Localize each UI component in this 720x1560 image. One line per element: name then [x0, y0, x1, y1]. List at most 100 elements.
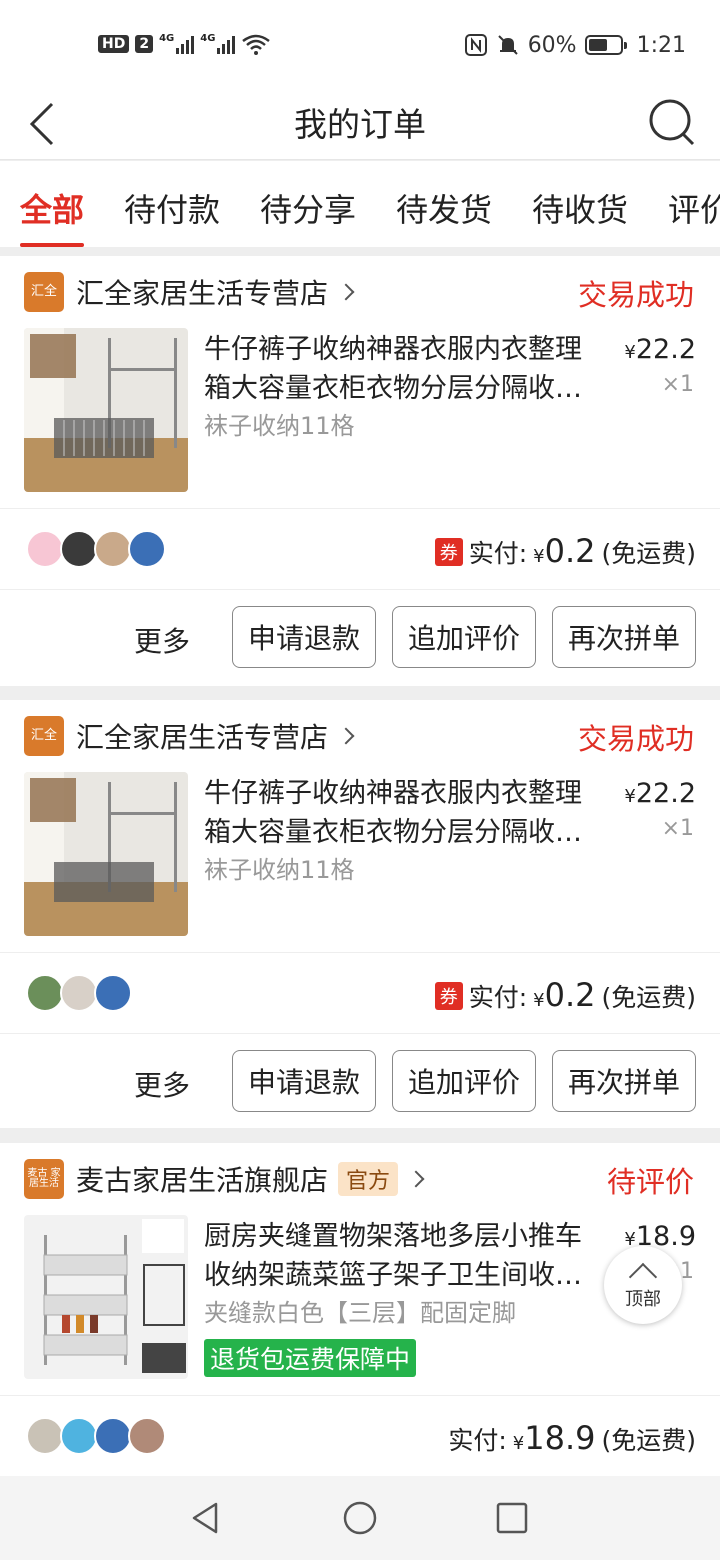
product-title-line: 箱大容量衣柜衣物分层分隔收…: [204, 373, 582, 404]
group-avatars: [26, 530, 166, 568]
search-icon[interactable]: [646, 94, 698, 150]
tab-indicator: [20, 243, 84, 247]
product-spec: 夹缝款白色【三层】配固定脚: [204, 1299, 516, 1327]
chevron-right-icon: [407, 1170, 425, 1188]
battery-percent: 60%: [527, 32, 577, 58]
avatar: [128, 530, 166, 568]
battery-fill: [588, 39, 607, 51]
more-button[interactable]: 更多: [134, 1064, 190, 1104]
nav-recents-icon[interactable]: [494, 1500, 530, 1536]
network-type-label: 4G: [200, 33, 216, 44]
price-value: 22.2: [635, 334, 696, 365]
product-title[interactable]: 牛仔裤子收纳神器衣服内衣整理 箱大容量衣柜衣物分层分隔收…: [204, 330, 604, 408]
shipping-note: (免运费): [601, 539, 696, 568]
product-thumbnail[interactable]: [24, 772, 188, 936]
more-button[interactable]: 更多: [134, 620, 190, 660]
product-price: ¥22.2: [624, 334, 696, 365]
pay-label: 实付:: [468, 983, 528, 1012]
nfc-icon: [464, 34, 487, 56]
product-title-line: 牛仔裤子收纳神器衣服内衣整理: [204, 334, 582, 365]
tab-pending-share[interactable]: 待分享: [260, 185, 356, 231]
payment-summary: 实付: ¥18.9 (免运费): [448, 1419, 696, 1457]
shop-name: 汇全家居生活专营店: [76, 721, 329, 754]
divider: [0, 952, 720, 953]
group-avatars: [26, 974, 132, 1012]
shop-logo: 麦古 家居生活: [24, 1159, 64, 1199]
product-quantity: ×1: [661, 816, 694, 841]
top-app-bar: 我的订单: [0, 88, 720, 160]
nav-home-icon[interactable]: [342, 1500, 378, 1536]
product-title-line: 收纳架蔬菜篮子架子卫生间收…: [204, 1260, 582, 1291]
system-nav-bar: [0, 1476, 720, 1560]
avatar: [94, 974, 132, 1012]
signal-icon: 4G: [159, 33, 195, 54]
signal-icon: 4G: [200, 33, 236, 54]
payment-summary: 券 实付: ¥0.2 (免运费): [434, 532, 696, 570]
mute-bell-icon: [497, 35, 518, 55]
pay-label: 实付:: [468, 539, 528, 568]
shop-name: 麦古家居生活旗舰店: [76, 1164, 329, 1197]
avatar: [60, 1417, 98, 1455]
order-card[interactable]: 汇全 汇全家居生活专营店 交易成功 牛仔裤子收纳神器衣服内衣整理 箱大容量衣柜衣…: [0, 700, 720, 1128]
hd-badge: HD: [98, 35, 130, 53]
nav-back-icon[interactable]: [188, 1500, 224, 1536]
order-status: 交易成功: [577, 278, 694, 312]
reorder-button[interactable]: 再次拼单: [552, 1050, 696, 1112]
shop-name-link[interactable]: 麦古家居生活旗舰店 官方: [76, 1159, 425, 1199]
avatar: [26, 974, 64, 1012]
tab-pending-payment[interactable]: 待付款: [124, 185, 220, 231]
wifi-icon: [242, 34, 271, 55]
product-quantity: ×1: [661, 372, 694, 397]
avatar: [26, 530, 64, 568]
product-title[interactable]: 牛仔裤子收纳神器衣服内衣整理 箱大容量衣柜衣物分层分隔收…: [204, 774, 604, 852]
avatar: [60, 974, 98, 1012]
product-spec: 袜子收纳11格: [204, 856, 355, 884]
chevron-right-icon: [337, 283, 355, 301]
sim-badge: 2: [135, 35, 154, 53]
shop-logo: 汇全: [24, 716, 64, 756]
product-spec: 袜子收纳11格: [204, 412, 355, 440]
product-thumbnail[interactable]: [24, 328, 188, 492]
shop-name-link[interactable]: 汇全家居生活专营店: [76, 272, 355, 312]
avatar: [60, 530, 98, 568]
shipping-note: (免运费): [601, 1426, 696, 1455]
status-right: 60% 1:21: [464, 30, 686, 60]
status-bar: HD 2 4G 4G 60% 1:21: [0, 0, 720, 88]
shop-name-link[interactable]: 汇全家居生活专营店: [76, 716, 355, 756]
price-value: 22.2: [635, 778, 696, 809]
divider: [0, 1033, 720, 1034]
product-thumbnail[interactable]: [24, 1215, 188, 1379]
reorder-button[interactable]: 再次拼单: [552, 606, 696, 668]
avatar: [26, 1417, 64, 1455]
tab-pending-receipt[interactable]: 待收货: [532, 185, 628, 231]
currency-symbol: ¥: [533, 990, 545, 1011]
pay-amount: 0.2: [544, 976, 596, 1014]
refund-button[interactable]: 申请退款: [232, 1050, 376, 1112]
status-left: HD 2 4G 4G: [98, 30, 271, 58]
product-title[interactable]: 厨房夹缝置物架落地多层小推车 收纳架蔬菜篮子架子卫生间收…: [204, 1217, 604, 1295]
tab-all[interactable]: 全部: [20, 185, 84, 231]
clock: 1:21: [636, 32, 686, 58]
product-title-line: 厨房夹缝置物架落地多层小推车: [204, 1221, 582, 1252]
currency-symbol: ¥: [533, 546, 545, 567]
payment-summary: 券 实付: ¥0.2 (免运费): [434, 976, 696, 1014]
pay-label: 实付:: [448, 1426, 507, 1455]
order-status: 待评价: [606, 1165, 694, 1199]
divider: [0, 589, 720, 590]
refund-button[interactable]: 申请退款: [232, 606, 376, 668]
chevron-right-icon: [337, 727, 355, 745]
battery-icon: [584, 35, 627, 55]
official-badge: 官方: [338, 1162, 399, 1196]
order-card[interactable]: 汇全 汇全家居生活专营店 交易成功 牛仔裤子收纳神器衣服内衣整理 箱大容量衣柜衣…: [0, 256, 720, 686]
currency-symbol: ¥: [624, 786, 636, 807]
order-status: 交易成功: [577, 722, 694, 756]
avatar: [94, 530, 132, 568]
coupon-badge: 券: [434, 982, 463, 1010]
add-review-button[interactable]: 追加评价: [392, 606, 536, 668]
add-review-button[interactable]: 追加评价: [392, 1050, 536, 1112]
network-type-label: 4G: [159, 33, 175, 44]
product-title-line: 箱大容量衣柜衣物分层分隔收…: [204, 817, 582, 848]
tab-review[interactable]: 评价: [668, 185, 720, 231]
tab-pending-shipment[interactable]: 待发货: [396, 185, 492, 231]
scroll-to-top-button[interactable]: 顶部: [604, 1246, 682, 1324]
